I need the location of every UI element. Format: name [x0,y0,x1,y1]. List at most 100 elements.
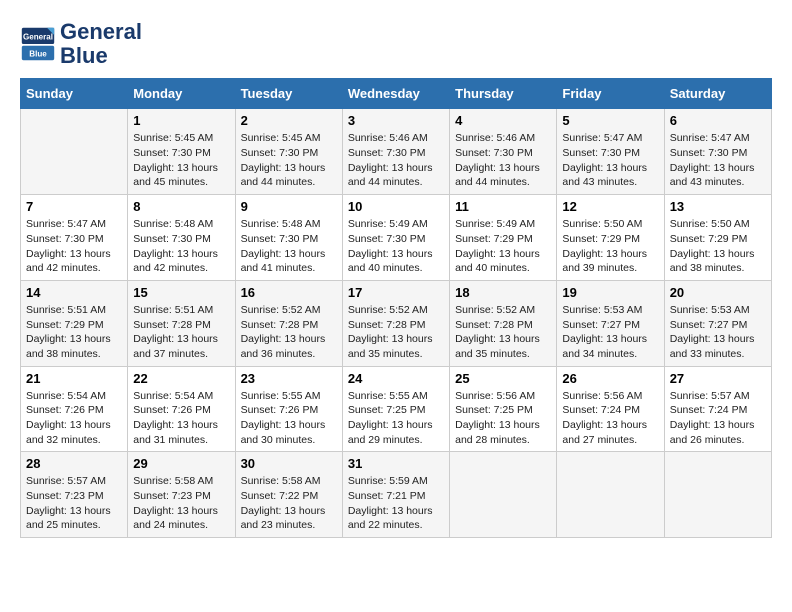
day-info: Sunrise: 5:47 AMSunset: 7:30 PMDaylight:… [562,131,658,190]
day-number: 19 [562,285,658,300]
day-info: Sunrise: 5:51 AMSunset: 7:28 PMDaylight:… [133,303,229,362]
header-row: SundayMondayTuesdayWednesdayThursdayFrid… [21,79,772,109]
day-number: 12 [562,199,658,214]
day-info: Sunrise: 5:59 AMSunset: 7:21 PMDaylight:… [348,474,444,533]
day-info: Sunrise: 5:49 AMSunset: 7:29 PMDaylight:… [455,217,551,276]
day-info: Sunrise: 5:47 AMSunset: 7:30 PMDaylight:… [670,131,766,190]
calendar-cell: 27 Sunrise: 5:57 AMSunset: 7:24 PMDayligh… [664,366,771,452]
day-info: Sunrise: 5:46 AMSunset: 7:30 PMDaylight:… [455,131,551,190]
day-number: 3 [348,113,444,128]
day-number: 17 [348,285,444,300]
calendar-cell: 20Sunrise: 5:53 AMSunset: 7:27 PMDayligh… [664,280,771,366]
day-number: 13 [670,199,766,214]
day-number: 8 [133,199,229,214]
logo-icon: General Blue [20,26,56,62]
day-number: 25 [455,371,551,386]
day-number: 5 [562,113,658,128]
calendar-cell [21,109,128,195]
day-number: 31 [348,456,444,471]
calendar-header: SundayMondayTuesdayWednesdayThursdayFrid… [21,79,772,109]
calendar-cell: 19 Sunrise: 5:53 AMSunset: 7:27 PMDayligh… [557,280,664,366]
day-info: Sunrise: 5:48 AMSunset: 7:30 PMDaylight:… [241,217,337,276]
calendar-week-2: 7Sunrise: 5:47 AMSunset: 7:30 PMDaylight… [21,195,772,281]
calendar-cell [557,452,664,538]
calendar-cell: 3 Sunrise: 5:46 AMSunset: 7:30 PMDaylight… [342,109,449,195]
calendar-cell: 14Sunrise: 5:51 AMSunset: 7:29 PMDayligh… [21,280,128,366]
calendar-week-3: 14Sunrise: 5:51 AMSunset: 7:29 PMDayligh… [21,280,772,366]
logo: General Blue General Blue [20,20,142,68]
day-info: Sunrise: 5:50 AMSunset: 7:29 PMDaylight:… [670,217,766,276]
calendar-cell: 1 Sunrise: 5:45 AMSunset: 7:30 PMDaylight… [128,109,235,195]
calendar-table: SundayMondayTuesdayWednesdayThursdayFrid… [20,78,772,538]
calendar-cell: 11Sunrise: 5:49 AMSunset: 7:29 PMDayligh… [450,195,557,281]
calendar-cell: 28Sunrise: 5:57 AMSunset: 7:23 PMDayligh… [21,452,128,538]
day-info: Sunrise: 5:52 AMSunset: 7:28 PMDaylight:… [348,303,444,362]
day-number: 28 [26,456,122,471]
day-number: 18 [455,285,551,300]
day-info: Sunrise: 5:45 AMSunset: 7:30 PMDaylight:… [133,131,229,190]
calendar-cell: 25 Sunrise: 5:56 AMSunset: 7:25 PMDayligh… [450,366,557,452]
day-info: Sunrise: 5:56 AMSunset: 7:24 PMDaylight:… [562,389,658,448]
logo-text: General Blue [60,20,142,68]
day-number: 24 [348,371,444,386]
day-number: 6 [670,113,766,128]
day-number: 4 [455,113,551,128]
day-info: Sunrise: 5:55 AMSunset: 7:26 PMDaylight:… [241,389,337,448]
day-info: Sunrise: 5:46 AMSunset: 7:30 PMDaylight:… [348,131,444,190]
calendar-cell: 17 Sunrise: 5:52 AMSunset: 7:28 PMDayligh… [342,280,449,366]
calendar-cell: 6 Sunrise: 5:47 AMSunset: 7:30 PMDaylight… [664,109,771,195]
calendar-cell: 22Sunrise: 5:54 AMSunset: 7:26 PMDayligh… [128,366,235,452]
header-day-wednesday: Wednesday [342,79,449,109]
day-info: Sunrise: 5:57 AMSunset: 7:24 PMDaylight:… [670,389,766,448]
calendar-week-5: 28Sunrise: 5:57 AMSunset: 7:23 PMDayligh… [21,452,772,538]
calendar-cell: 21 Sunrise: 5:54 AMSunset: 7:26 PMDayligh… [21,366,128,452]
day-info: Sunrise: 5:55 AMSunset: 7:25 PMDaylight:… [348,389,444,448]
day-number: 30 [241,456,337,471]
calendar-cell: 18 Sunrise: 5:52 AMSunset: 7:28 PMDayligh… [450,280,557,366]
day-info: Sunrise: 5:52 AMSunset: 7:28 PMDaylight:… [455,303,551,362]
calendar-cell [450,452,557,538]
calendar-cell: 31 Sunrise: 5:59 AMSunset: 7:21 PMDayligh… [342,452,449,538]
day-info: Sunrise: 5:50 AMSunset: 7:29 PMDaylight:… [562,217,658,276]
day-number: 1 [133,113,229,128]
day-number: 21 [26,371,122,386]
calendar-cell: 13 Sunrise: 5:50 AMSunset: 7:29 PMDayligh… [664,195,771,281]
day-number: 9 [241,199,337,214]
calendar-cell: 9 Sunrise: 5:48 AMSunset: 7:30 PMDaylight… [235,195,342,281]
calendar-cell: 2Sunrise: 5:45 AMSunset: 7:30 PMDaylight… [235,109,342,195]
day-info: Sunrise: 5:58 AMSunset: 7:23 PMDaylight:… [133,474,229,533]
day-number: 10 [348,199,444,214]
calendar-cell: 23 Sunrise: 5:55 AMSunset: 7:26 PMDayligh… [235,366,342,452]
calendar-cell: 15Sunrise: 5:51 AMSunset: 7:28 PMDayligh… [128,280,235,366]
day-number: 22 [133,371,229,386]
day-number: 20 [670,285,766,300]
day-number: 27 [670,371,766,386]
day-info: Sunrise: 5:45 AMSunset: 7:30 PMDaylight:… [241,131,337,190]
calendar-cell: 24 Sunrise: 5:55 AMSunset: 7:25 PMDayligh… [342,366,449,452]
calendar-cell: 26 Sunrise: 5:56 AMSunset: 7:24 PMDayligh… [557,366,664,452]
calendar-cell: 8 Sunrise: 5:48 AMSunset: 7:30 PMDaylight… [128,195,235,281]
header-day-friday: Friday [557,79,664,109]
svg-text:Blue: Blue [29,50,47,59]
calendar-cell: 10Sunrise: 5:49 AMSunset: 7:30 PMDayligh… [342,195,449,281]
day-info: Sunrise: 5:47 AMSunset: 7:30 PMDaylight:… [26,217,122,276]
calendar-cell [664,452,771,538]
calendar-cell: 29Sunrise: 5:58 AMSunset: 7:23 PMDayligh… [128,452,235,538]
calendar-body: 1 Sunrise: 5:45 AMSunset: 7:30 PMDaylight… [21,109,772,538]
calendar-cell: 30 Sunrise: 5:58 AMSunset: 7:22 PMDayligh… [235,452,342,538]
page-header: General Blue General Blue [20,20,772,68]
day-number: 16 [241,285,337,300]
day-number: 23 [241,371,337,386]
day-info: Sunrise: 5:53 AMSunset: 7:27 PMDaylight:… [562,303,658,362]
day-info: Sunrise: 5:58 AMSunset: 7:22 PMDaylight:… [241,474,337,533]
day-info: Sunrise: 5:56 AMSunset: 7:25 PMDaylight:… [455,389,551,448]
header-day-tuesday: Tuesday [235,79,342,109]
day-info: Sunrise: 5:48 AMSunset: 7:30 PMDaylight:… [133,217,229,276]
day-info: Sunrise: 5:51 AMSunset: 7:29 PMDaylight:… [26,303,122,362]
header-day-saturday: Saturday [664,79,771,109]
header-day-sunday: Sunday [21,79,128,109]
header-day-thursday: Thursday [450,79,557,109]
day-number: 26 [562,371,658,386]
day-info: Sunrise: 5:54 AMSunset: 7:26 PMDaylight:… [26,389,122,448]
svg-text:General: General [23,33,53,42]
